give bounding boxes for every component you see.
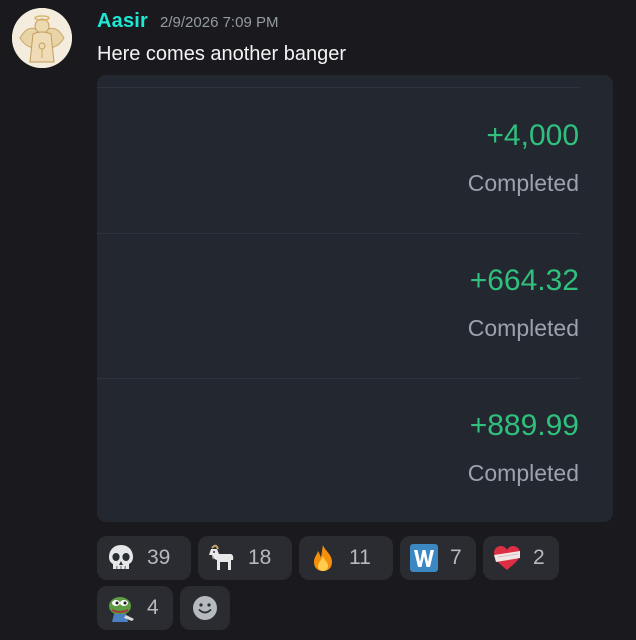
reaction-heart[interactable]: 2 xyxy=(483,536,559,580)
fire-icon xyxy=(307,542,339,574)
transaction-status: Completed xyxy=(467,170,579,196)
transaction-amount: +664.32 xyxy=(469,264,579,297)
pepe-icon xyxy=(105,592,137,624)
reaction-fire[interactable]: 11 xyxy=(299,536,393,580)
w-letter-icon xyxy=(408,542,440,574)
smiley-icon xyxy=(193,596,217,620)
reaction-count: 39 xyxy=(147,546,171,569)
message-text: Here comes another banger xyxy=(97,43,347,65)
skull-icon xyxy=(105,542,137,574)
author-username[interactable]: Aasir xyxy=(97,10,148,33)
divider xyxy=(97,233,580,234)
avatar[interactable] xyxy=(12,8,72,68)
divider xyxy=(97,378,580,379)
message-header: Aasir 2/9/2026 7:09 PM xyxy=(97,10,278,36)
add-reaction-button[interactable] xyxy=(180,586,230,630)
transaction-status: Completed xyxy=(467,460,579,486)
reaction-w[interactable]: 7 xyxy=(400,536,476,580)
divider xyxy=(97,87,580,88)
reaction-skull[interactable]: 39 xyxy=(97,536,191,580)
message-timestamp: 2/9/2026 7:09 PM xyxy=(160,14,279,31)
goat-icon xyxy=(206,542,238,574)
reaction-count: 11 xyxy=(349,546,371,569)
reaction-pepe[interactable]: 4 xyxy=(97,586,173,630)
embedded-image[interactable]: +4,000 Completed +664.32 Completed +889.… xyxy=(97,75,613,522)
reaction-count: 18 xyxy=(248,546,272,569)
transaction-amount: +889.99 xyxy=(469,409,579,442)
reaction-count: 2 xyxy=(533,546,545,569)
bandaged-heart-icon xyxy=(491,542,523,574)
transaction-status: Completed xyxy=(467,315,579,341)
angel-statue-icon xyxy=(12,8,72,68)
reaction-count: 4 xyxy=(147,596,159,619)
transaction-amount: +4,000 xyxy=(486,119,579,152)
reaction-count: 7 xyxy=(450,546,462,569)
reaction-goat[interactable]: 18 xyxy=(198,536,292,580)
